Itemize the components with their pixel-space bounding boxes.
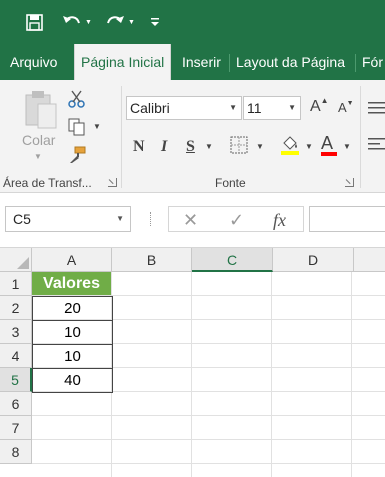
paste-dropdown-icon[interactable]: ▼ (34, 152, 42, 161)
spreadsheet-grid: A B C D 1 2 3 4 5 6 7 8 Valores 20 10 10… (0, 248, 385, 477)
cell-a3[interactable]: 10 (32, 320, 113, 345)
alignment-icon[interactable] (368, 102, 385, 117)
row-header-8[interactable]: 8 (0, 440, 32, 464)
copy-icon (68, 118, 85, 136)
cell-a5[interactable]: 40 (32, 368, 113, 393)
caret-up-icon: ▲ (320, 96, 329, 105)
save-icon (26, 13, 43, 31)
shrink-font-button[interactable]: A▼ (338, 100, 354, 115)
enter-icon[interactable]: ✓ (229, 210, 244, 231)
copy-dropdown-icon[interactable]: ▼ (93, 122, 101, 131)
tab-pagina-inicial[interactable]: Página Inicial (74, 44, 172, 81)
column-header-d[interactable]: D (273, 248, 354, 272)
shrink-font-icon: A (338, 100, 347, 115)
select-all-button[interactable] (0, 248, 32, 272)
ribbon-tabs: Arquivo Página Inicial Inserir Layout da… (0, 44, 385, 81)
row-header-2[interactable]: 2 (0, 296, 32, 320)
name-box[interactable]: C5 ▼ (5, 206, 131, 232)
row-header-4[interactable]: 4 (0, 344, 32, 368)
group-separator (360, 86, 361, 188)
clipboard-launcher-icon[interactable] (108, 178, 117, 187)
fill-bucket-icon (281, 136, 299, 155)
cut-button[interactable] (68, 90, 86, 111)
grow-font-button[interactable]: A▲ (310, 96, 329, 116)
fill-color-dropdown-icon[interactable]: ▼ (305, 142, 313, 151)
column-header-a[interactable]: A (32, 248, 112, 272)
undo-button[interactable]: ▼ (62, 10, 92, 34)
formula-input[interactable] (309, 206, 385, 232)
format-painter-button[interactable] (68, 146, 86, 167)
group-separator (121, 86, 122, 188)
tab-separator (229, 54, 230, 72)
font-color-icon: A (321, 133, 334, 153)
clipboard-group-label: Área de Transf... (3, 176, 92, 190)
paste-label: Colar (22, 132, 56, 148)
chevron-down-icon: ▼ (229, 103, 237, 112)
tab-formulas[interactable]: Fór (362, 44, 383, 80)
column-header-c[interactable]: C (192, 248, 273, 272)
quick-access-toolbar: ▼ ▼ (0, 0, 385, 44)
clipboard-icon (25, 91, 57, 129)
formula-buttons: ✕ ✓ fx (168, 206, 304, 232)
underline-dropdown-icon[interactable]: ▼ (205, 142, 213, 151)
font-color-button[interactable]: A (321, 133, 337, 156)
copy-button[interactable]: ▼ (68, 118, 101, 139)
redo-button[interactable]: ▼ (105, 10, 135, 34)
chevron-down-icon: ▼ (288, 103, 296, 112)
cancel-icon[interactable]: ✕ (183, 210, 198, 231)
font-size-value: 11 (247, 100, 262, 116)
borders-dropdown-icon[interactable]: ▼ (256, 142, 264, 151)
font-launcher-icon[interactable] (345, 178, 354, 187)
font-size-combo[interactable]: 11 ▼ (243, 96, 301, 120)
undo-icon (63, 16, 80, 24)
tab-separator (355, 54, 356, 72)
borders-icon (230, 136, 248, 154)
row-header-5[interactable]: 5 (0, 368, 32, 392)
customize-icon (151, 18, 159, 26)
underline-button[interactable]: S (186, 138, 195, 156)
borders-button[interactable] (230, 136, 248, 157)
italic-button[interactable]: I (161, 138, 167, 156)
font-name-value: Calibri (130, 100, 170, 116)
ribbon-home: Colar ▼ ▼ Área de Transf... Calibri ▼ 11 (0, 80, 385, 193)
scissors-icon (68, 90, 85, 108)
redo-icon (107, 16, 124, 24)
row-header-6[interactable]: 6 (0, 392, 32, 416)
row-header-7[interactable]: 7 (0, 416, 32, 440)
customize-qat-button[interactable] (150, 10, 160, 34)
format-painter-icon (70, 146, 86, 163)
formula-bar-grip[interactable] (150, 212, 152, 226)
formula-bar: C5 ▼ ✕ ✓ fx (0, 194, 385, 248)
redo-dropdown-icon[interactable]: ▼ (128, 19, 135, 26)
column-header-e[interactable] (354, 248, 385, 272)
row-header-1[interactable]: 1 (0, 272, 32, 296)
insert-function-icon[interactable]: fx (273, 210, 286, 231)
tab-inserir[interactable]: Inserir (182, 44, 221, 80)
font-name-combo[interactable]: Calibri ▼ (126, 96, 242, 120)
tab-arquivo[interactable]: Arquivo (10, 44, 57, 80)
font-group-label: Fonte (215, 176, 246, 190)
save-button[interactable] (26, 10, 43, 34)
tab-layout-da-pagina[interactable]: Layout da Página (236, 44, 345, 80)
grow-font-icon: A (310, 98, 321, 115)
column-header-b[interactable]: B (112, 248, 192, 272)
bold-button[interactable]: N (133, 138, 145, 156)
cell-a4[interactable]: 10 (32, 344, 113, 369)
chevron-down-icon: ▼ (116, 214, 124, 223)
font-color-dropdown-icon[interactable]: ▼ (343, 142, 351, 151)
cell-a2[interactable]: 20 (32, 296, 113, 321)
align-left-icon[interactable] (368, 138, 385, 153)
fill-color-button[interactable] (280, 134, 300, 159)
name-box-value: C5 (13, 211, 31, 227)
cell-a1[interactable]: Valores (32, 272, 112, 296)
paste-button[interactable]: Colar ▼ (18, 88, 64, 164)
row-header-3[interactable]: 3 (0, 320, 32, 344)
undo-dropdown-icon[interactable]: ▼ (85, 19, 92, 26)
caret-down-icon: ▼ (346, 100, 354, 107)
